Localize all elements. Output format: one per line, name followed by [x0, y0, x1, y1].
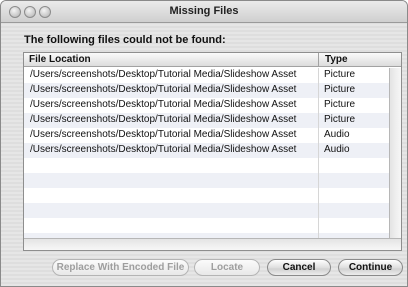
column-header-type[interactable]: Type — [325, 54, 348, 65]
dialog-message: The following files could not be found: — [24, 34, 226, 46]
empty-row — [24, 158, 390, 173]
table-header: File Location Type — [24, 53, 401, 67]
empty-row — [24, 173, 390, 188]
table-row[interactable]: /Users/screenshots/Desktop/Tutorial Medi… — [24, 128, 390, 143]
column-header-file-location[interactable]: File Location — [29, 54, 91, 65]
missing-files-table[interactable]: File Location Type /Users/screenshots/De… — [23, 52, 402, 251]
empty-row — [24, 218, 390, 233]
file-type-cell: Audio — [324, 144, 350, 155]
file-type-cell: Picture — [324, 99, 356, 110]
file-location-cell: /Users/screenshots/Desktop/Tutorial Medi… — [30, 84, 297, 95]
table-row[interactable]: /Users/screenshots/Desktop/Tutorial Medi… — [24, 83, 390, 98]
continue-button[interactable]: Continue — [338, 259, 403, 276]
file-type-cell: Picture — [324, 84, 356, 95]
column-divider — [318, 53, 319, 67]
cancel-button[interactable]: Cancel — [267, 259, 331, 276]
window-title: Missing Files — [169, 5, 239, 17]
file-location-cell: /Users/screenshots/Desktop/Tutorial Medi… — [30, 144, 297, 155]
file-type-cell: Picture — [324, 114, 356, 125]
file-location-cell: /Users/screenshots/Desktop/Tutorial Medi… — [30, 69, 297, 80]
file-location-cell: /Users/screenshots/Desktop/Tutorial Medi… — [30, 99, 297, 110]
file-location-cell: /Users/screenshots/Desktop/Tutorial Medi… — [30, 114, 297, 125]
empty-row — [24, 188, 390, 203]
missing-files-dialog: Missing Files The following files could … — [0, 0, 408, 287]
table-body: /Users/screenshots/Desktop/Tutorial Medi… — [24, 68, 390, 239]
horizontal-scrollbar[interactable] — [24, 238, 401, 250]
file-type-cell: Audio — [324, 129, 350, 140]
replace-with-encoded-file-button[interactable]: Replace With Encoded File — [52, 259, 189, 276]
vertical-scrollbar[interactable] — [389, 68, 401, 239]
locate-button[interactable]: Locate — [194, 259, 260, 276]
table-row[interactable]: /Users/screenshots/Desktop/Tutorial Medi… — [24, 68, 390, 83]
table-row[interactable]: /Users/screenshots/Desktop/Tutorial Medi… — [24, 98, 390, 113]
table-row[interactable]: /Users/screenshots/Desktop/Tutorial Medi… — [24, 113, 390, 128]
file-type-cell: Picture — [324, 69, 356, 80]
file-location-cell: /Users/screenshots/Desktop/Tutorial Medi… — [30, 129, 297, 140]
empty-row — [24, 203, 390, 218]
column-divider — [318, 68, 319, 239]
title-bar[interactable]: Missing Files — [1, 1, 407, 23]
table-row[interactable]: /Users/screenshots/Desktop/Tutorial Medi… — [24, 143, 390, 158]
